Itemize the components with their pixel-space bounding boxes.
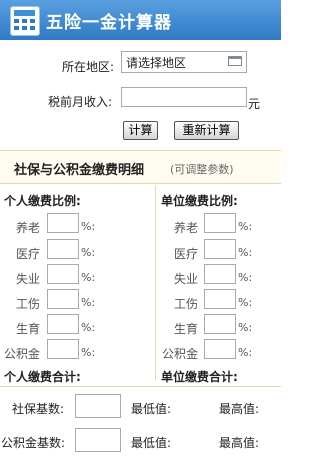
employer-label-pension: 养老 xyxy=(173,221,198,235)
employer-label-housing-fund: 公积金 xyxy=(161,347,198,361)
region-select[interactable]: 请选择地区 xyxy=(121,51,247,73)
personal-maternity-input[interactable] xyxy=(47,314,79,334)
employer-pension-input[interactable] xyxy=(204,213,236,233)
personal-housing-fund-pct: %: xyxy=(81,346,96,359)
employer-unemployment-pct: %: xyxy=(238,271,253,284)
column-divider xyxy=(155,186,156,380)
personal-total-label: 个人缴费合计: xyxy=(4,370,81,384)
personal-injury-pct: %: xyxy=(81,296,96,309)
personal-label-medical: 医疗 xyxy=(15,247,40,261)
personal-pension-pct: %: xyxy=(81,220,96,233)
fund-base-input[interactable] xyxy=(75,428,121,452)
employer-maternity-input[interactable] xyxy=(204,314,236,334)
region-select-value: 请选择地区 xyxy=(126,56,187,70)
calculate-button[interactable]: 计算 xyxy=(123,121,158,140)
personal-label-pension: 养老 xyxy=(15,221,40,235)
personal-label-unemployment: 失业 xyxy=(15,272,40,286)
calculator-logo-icon xyxy=(10,6,40,36)
personal-medical-pct: %: xyxy=(81,246,96,259)
personal-unemployment-pct: %: xyxy=(81,271,96,284)
app-title: 五险一金计算器 xyxy=(46,13,172,33)
income-input[interactable] xyxy=(121,87,247,107)
fund-max-label: 最高值: xyxy=(219,436,260,450)
social-base-label: 社保基数: xyxy=(12,402,65,416)
income-label: 税前月收入: xyxy=(48,95,113,109)
personal-rate-title: 个人缴费比例: xyxy=(4,194,81,208)
employer-rate-title: 单位缴费比例: xyxy=(161,194,238,208)
employer-pension-pct: %: xyxy=(238,220,253,233)
employer-label-medical: 医疗 xyxy=(173,247,198,261)
fund-base-label: 公积金基数: xyxy=(1,436,66,450)
fund-min-label: 最低值: xyxy=(131,436,172,450)
employer-injury-pct: %: xyxy=(238,296,253,309)
personal-label-injury: 工伤 xyxy=(15,297,40,311)
employer-label-unemployment: 失业 xyxy=(173,272,198,286)
region-label: 所在地区: xyxy=(62,60,115,74)
employer-housing-fund-input[interactable] xyxy=(204,339,236,359)
app-header: 五险一金计算器 xyxy=(0,0,281,40)
social-base-input[interactable] xyxy=(75,394,121,418)
detail-note: (可调整参数) xyxy=(170,163,234,176)
detail-title: 社保与公积金缴费明细 xyxy=(14,163,145,178)
recalculate-button[interactable]: 重新计算 xyxy=(174,121,239,140)
employer-maternity-pct: %: xyxy=(238,321,253,334)
personal-maternity-pct: %: xyxy=(81,321,96,334)
social-min-label: 最低值: xyxy=(131,402,172,416)
employer-medical-pct: %: xyxy=(238,246,253,259)
employer-label-maternity: 生育 xyxy=(173,322,198,336)
calendar-icon[interactable] xyxy=(228,56,242,66)
employer-medical-input[interactable] xyxy=(204,239,236,259)
employer-housing-fund-pct: %: xyxy=(238,346,253,359)
personal-label-housing-fund: 公积金 xyxy=(3,347,40,361)
personal-pension-input[interactable] xyxy=(47,213,79,233)
employer-total-label: 单位缴费合计: xyxy=(161,370,238,384)
personal-label-maternity: 生育 xyxy=(15,322,40,336)
bases-divider xyxy=(0,386,281,387)
personal-injury-input[interactable] xyxy=(47,289,79,309)
income-unit: 元 xyxy=(248,97,261,111)
employer-unemployment-input[interactable] xyxy=(204,264,236,284)
social-max-label: 最高值: xyxy=(219,402,260,416)
personal-unemployment-input[interactable] xyxy=(47,264,79,284)
personal-medical-input[interactable] xyxy=(47,239,79,259)
detail-section-header: 社保与公积金缴费明细 (可调整参数) xyxy=(0,150,281,184)
employer-label-injury: 工伤 xyxy=(173,297,198,311)
employer-injury-input[interactable] xyxy=(204,289,236,309)
personal-housing-fund-input[interactable] xyxy=(47,339,79,359)
